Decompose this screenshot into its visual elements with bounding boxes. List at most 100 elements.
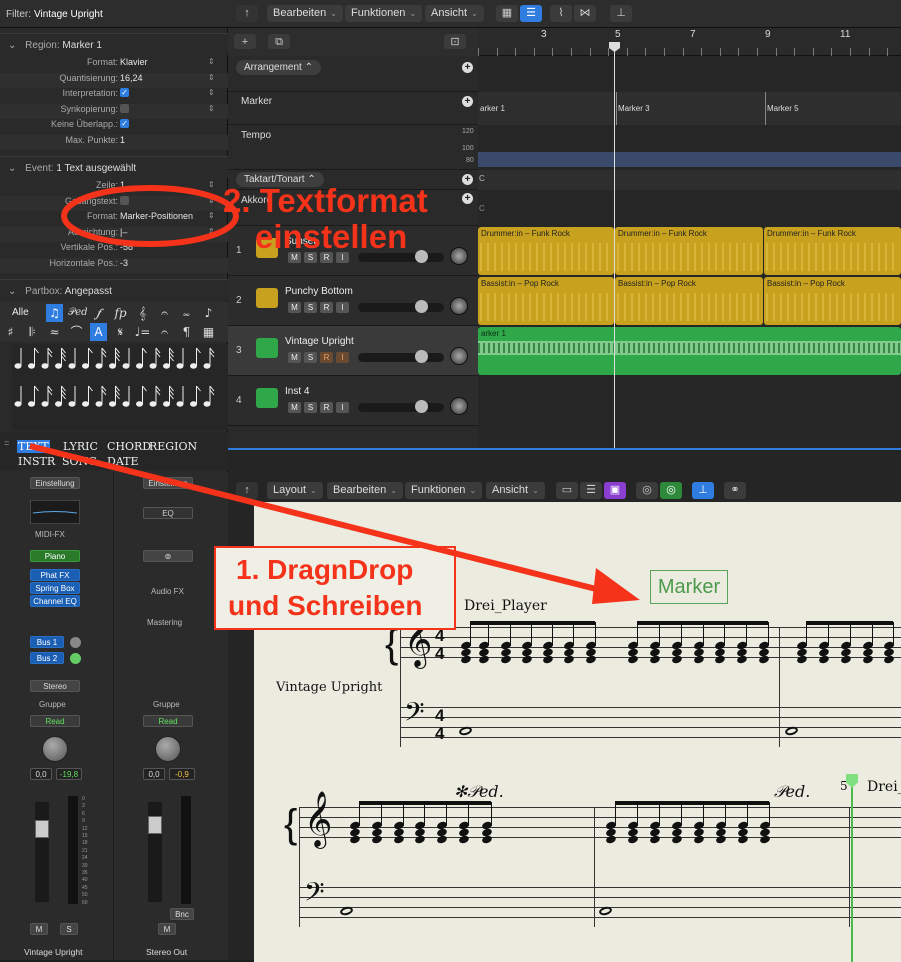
clef-icon[interactable]: 𝄞 xyxy=(134,304,151,322)
treble-chord[interactable] xyxy=(371,802,383,852)
record-button[interactable]: R xyxy=(320,302,333,313)
bass-region[interactable]: Bassist:in – Pop Rock xyxy=(478,277,614,325)
quarter-equals-icon[interactable]: ♩= xyxy=(134,323,151,341)
drummer-region[interactable]: Drummer:in – Funk Rock xyxy=(478,227,614,275)
drummer-region[interactable]: Drummer:in – Funk Rock xyxy=(615,227,763,275)
score-functions-menu[interactable]: Funktionen ⌄ xyxy=(405,482,483,499)
track-name[interactable]: Punchy Bottom xyxy=(285,286,353,297)
event-row[interactable]: Format: Marker-Positionen ⇕ xyxy=(0,211,228,226)
add-chord-icon[interactable]: + xyxy=(462,193,473,204)
ch1-send-bus2[interactable]: Bus 2 xyxy=(30,652,64,664)
up-down-arrows-icon[interactable]: ⇕ xyxy=(208,227,215,236)
treble-chord[interactable] xyxy=(671,802,683,852)
mute-button[interactable]: M xyxy=(288,302,301,313)
chord-lane[interactable]: C xyxy=(478,190,901,226)
event-row-value[interactable]: 1 xyxy=(120,180,125,190)
link-icon[interactable]: ⚭ xyxy=(724,482,746,499)
treble-chord[interactable] xyxy=(736,622,748,672)
ch2-audio-fx-label[interactable]: Audio FX xyxy=(151,587,184,596)
ch1-plugin-spring-box[interactable]: Spring Box xyxy=(30,582,80,594)
add-track-icon[interactable]: + xyxy=(234,34,256,49)
arrangement-pill[interactable]: Arrangement ⌃ xyxy=(236,60,321,75)
event-row-value[interactable]: Marker-Positionen xyxy=(120,211,193,221)
event-row-value[interactable] xyxy=(120,195,129,205)
ch2-eq-button[interactable]: EQ xyxy=(143,507,193,519)
global-tracks-icon[interactable]: ⊡ xyxy=(444,34,466,49)
piano-region[interactable]: arker 1 xyxy=(478,327,901,375)
treble-chord[interactable] xyxy=(627,802,639,852)
track-pan-knob[interactable] xyxy=(450,397,468,415)
score-edit-menu[interactable]: Bearbeiten ⌄ xyxy=(327,482,403,499)
track-name[interactable]: Inst 4 xyxy=(285,386,309,397)
grid-view-icon[interactable]: ▦ xyxy=(496,5,518,22)
track-pan-knob[interactable] xyxy=(450,347,468,365)
treble-chord[interactable] xyxy=(671,622,683,672)
region-section-header[interactable]: ⌄ Region: Marker 1 xyxy=(0,33,228,55)
treble-chord[interactable] xyxy=(478,622,490,672)
track-name[interactable]: Vintage Upright xyxy=(285,336,354,347)
send-knob-icon[interactable] xyxy=(70,653,81,664)
up-down-arrows-icon[interactable]: ⇕ xyxy=(208,73,215,82)
treble-chord[interactable] xyxy=(627,622,639,672)
midi-in-icon[interactable]: ◎ xyxy=(636,482,658,499)
treble-chord[interactable] xyxy=(796,622,808,672)
treble-chord[interactable] xyxy=(563,622,575,672)
arrangement-lane[interactable] xyxy=(478,56,901,92)
tempo-curve[interactable] xyxy=(478,152,901,167)
ornament-icon[interactable]: 𝆗 xyxy=(178,304,195,322)
repeat-icon[interactable]: 𝄆 xyxy=(24,323,41,341)
region-row[interactable]: Synkopierung: ⇕ xyxy=(0,103,228,119)
back-arrow-icon[interactable]: ↑ xyxy=(236,482,258,499)
ch1-output-button[interactable]: Stereo xyxy=(30,680,80,692)
region-row[interactable]: Format: Klavier ⇕ xyxy=(0,57,228,72)
fader-thumb[interactable] xyxy=(415,400,428,413)
chord-grid-icon[interactable]: ▦ xyxy=(200,323,217,341)
treble-chord[interactable] xyxy=(460,622,472,672)
bar-ruler[interactable]: 3 5 7 9 11 xyxy=(478,28,901,56)
treble-chord[interactable] xyxy=(585,622,597,672)
keysig-icon[interactable]: ♯ xyxy=(2,323,19,341)
list-view-icon[interactable]: ☰ xyxy=(520,5,542,22)
catch-playhead-icon[interactable]: ⊥ xyxy=(610,5,632,22)
treble-chord[interactable] xyxy=(737,802,749,852)
region-row[interactable]: Max. Punkte: 1 xyxy=(0,134,228,150)
catch-icon[interactable]: ⊥ xyxy=(692,482,714,499)
marker-label[interactable]: arker 1 xyxy=(480,104,505,113)
treble-chord[interactable] xyxy=(521,622,533,672)
flex-icon[interactable]: ⋈ xyxy=(574,5,596,22)
notes-group-icon[interactable]: ♫ xyxy=(46,304,63,322)
functions-menu[interactable]: Funktionen ⌄ xyxy=(345,5,423,22)
region-row-value[interactable] xyxy=(120,103,129,113)
track-header-3[interactable]: 3 Vintage Upright M S R I xyxy=(228,326,478,376)
view-menu[interactable]: Ansicht ⌄ xyxy=(425,5,484,22)
region-row[interactable]: Quantisierung: 16,24 ⇕ xyxy=(0,72,228,88)
text-option-song[interactable]: SONG xyxy=(62,455,97,468)
ch2-fader-thumb[interactable] xyxy=(148,816,162,834)
drag-handle-icon[interactable]: = xyxy=(4,438,9,448)
partbox-section-header[interactable]: ⌄ Partbox: Angepasst xyxy=(0,279,228,301)
treble-chord[interactable] xyxy=(649,622,661,672)
tuplet-icon[interactable]: ♪ xyxy=(200,304,217,322)
paragraph-icon[interactable]: ¶ xyxy=(178,323,195,341)
ch1-midi-fx-label[interactable]: MIDI-FX xyxy=(35,530,65,539)
ch1-instrument-slot[interactable]: Piano xyxy=(30,550,80,562)
score-playhead-handle-icon[interactable] xyxy=(846,774,858,788)
text-option-instr[interactable]: INSTR xyxy=(18,455,55,468)
treble-chord[interactable] xyxy=(758,622,770,672)
score-playhead[interactable] xyxy=(851,782,853,962)
solo-button[interactable]: S xyxy=(304,302,317,313)
send-knob-icon[interactable] xyxy=(70,637,81,648)
up-down-arrows-icon[interactable]: ⇕ xyxy=(208,88,215,97)
track-pan-knob[interactable] xyxy=(450,297,468,315)
ch1-fader-track[interactable] xyxy=(35,802,49,902)
text-option-lyric[interactable]: LYRIC xyxy=(63,440,98,453)
ch1-group-label[interactable]: Gruppe xyxy=(39,700,66,709)
marker-label[interactable]: Marker 3 xyxy=(618,104,650,113)
treble-chord[interactable] xyxy=(414,802,426,852)
signature-lane[interactable]: C xyxy=(478,170,901,190)
region-row[interactable]: Interpretation: ✓ ⇕ xyxy=(0,88,228,103)
mute-button[interactable]: M xyxy=(288,402,301,413)
up-down-arrows-icon[interactable]: ⇕ xyxy=(208,57,215,66)
treble-chord[interactable] xyxy=(818,622,830,672)
fp-dynamics-icon[interactable]: fp xyxy=(112,304,129,322)
